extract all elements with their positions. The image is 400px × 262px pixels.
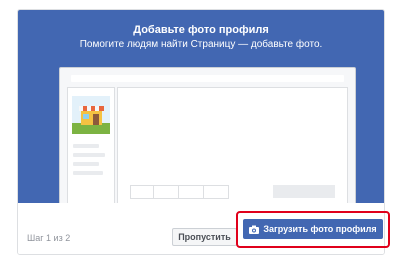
- upload-profile-photo-button[interactable]: Загрузить фото профиля: [243, 219, 383, 239]
- preview-tab: [130, 185, 154, 199]
- page-preview-mockup: [59, 67, 356, 223]
- preview-action-button: [273, 185, 335, 198]
- step-indicator: Шаг 1 из 2: [27, 233, 71, 243]
- preview-tab: [153, 185, 179, 199]
- dialog-title: Добавьте фото профиля: [133, 24, 269, 36]
- skip-button[interactable]: Пропустить: [172, 228, 237, 246]
- camera-icon: [249, 225, 260, 234]
- preview-top-bar: [71, 75, 344, 82]
- preview-text-line: [73, 171, 103, 175]
- storefront-icon: [72, 96, 110, 134]
- preview-tab: [178, 185, 204, 199]
- dialog-subtitle: Помогите людям найти Страницу — добавьте…: [79, 39, 323, 50]
- upload-button-label: Загрузить фото профиля: [263, 224, 377, 234]
- preview-profile-picture: [72, 96, 110, 134]
- preview-text-line: [73, 153, 105, 157]
- preview-text-line: [73, 162, 99, 166]
- preview-main-column: [117, 87, 348, 215]
- preview-text-line: [73, 144, 99, 148]
- preview-left-column: [67, 87, 115, 215]
- preview-tab: [203, 185, 229, 199]
